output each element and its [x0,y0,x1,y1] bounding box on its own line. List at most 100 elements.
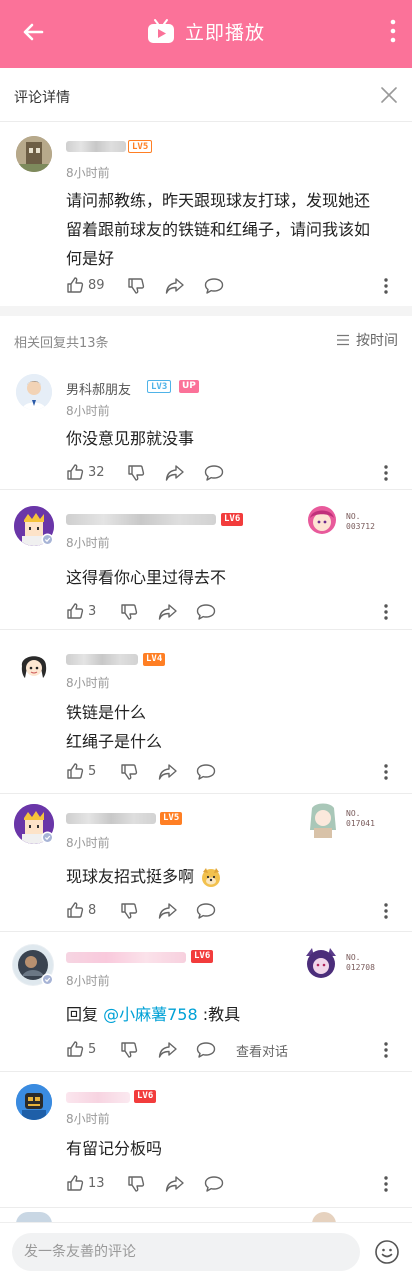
list-item: LV5 NO. 017041 8小时前 现球友招式挺多啊 8 [0,794,412,932]
reply-text: 这得看你心里过得去不 [66,563,226,592]
thumbs-up-icon [67,763,84,779]
comment-icon[interactable] [196,763,216,781]
fan-character-icon [308,506,336,534]
share-icon[interactable] [158,902,178,920]
reply-time: 8小时前 [66,974,110,988]
like-button[interactable]: 32 [66,463,105,481]
like-count: 8 [88,902,97,918]
comment-icon[interactable] [204,1175,224,1193]
view-conversation-link[interactable]: 查看对话 [236,1041,288,1060]
reply-text-line: 你没意见那就没事 [66,429,195,448]
level-badge: LV6 [221,513,244,526]
share-icon[interactable] [158,603,178,621]
verified-badge-icon [41,973,54,986]
avatar[interactable] [16,1084,52,1120]
share-icon[interactable] [158,763,178,781]
reply-time: 8小时前 [66,676,110,690]
comment-icon[interactable] [196,1041,216,1059]
dislike-icon[interactable] [120,902,138,920]
thumbs-up-icon [67,1175,84,1191]
top-bar: 立即播放 [0,0,412,68]
more-options-icon[interactable] [383,1175,389,1193]
more-options-icon[interactable] [383,763,389,781]
dislike-icon[interactable] [127,1175,145,1193]
dislike-icon[interactable] [127,464,145,482]
comment-text-line: 请问郝教练，昨天跟现球友打球，发现她还 [66,191,371,210]
fan-number: NO. 003712 [346,512,375,531]
verified-badge-icon [41,533,54,546]
thumbs-up-icon [67,603,84,619]
like-button[interactable]: 5 [66,762,96,780]
reply-text: 有留记分板吗 [66,1134,162,1163]
username-blurred [66,514,216,525]
avatar[interactable] [16,374,52,410]
reply-time: 8小时前 [66,536,110,550]
play-now-button[interactable]: 立即播放 [0,0,412,62]
play-now-label: 立即播放 [184,21,265,44]
mention-link[interactable]: @小麻薯758 [103,1005,198,1024]
up-badge: UP [179,380,199,393]
like-button[interactable]: 89 [66,276,105,294]
tv-play-icon [147,19,174,43]
like-count: 32 [88,464,105,480]
section-divider [0,306,412,316]
reply-text-line: 铁链是什么 [66,703,147,722]
more-options-icon[interactable] [383,603,389,621]
like-button[interactable]: 5 [66,1040,96,1058]
more-options-icon[interactable] [383,902,389,920]
like-button[interactable]: 13 [66,1174,105,1192]
reply-text-line: 红绳子是什么 [66,732,163,751]
reply-text-line: 有留记分板吗 [66,1139,163,1158]
comment-input[interactable]: 发一条友善的评论 [12,1233,360,1271]
reply-text: 回复 @小麻薯758 :教具 [66,1000,240,1029]
dislike-icon[interactable] [120,763,138,781]
like-button[interactable]: 8 [66,901,96,919]
list-item: LV6 8小时前 有留记分板吗 13 [0,1072,412,1208]
comment-icon[interactable] [196,902,216,920]
main-comment: LV5 8小时前 请问郝教练，昨天跟现球友打球，发现她还 留着跟前球友的铁链和红… [0,122,412,306]
dislike-icon[interactable] [127,277,145,295]
reply-time: 8小时前 [66,836,110,850]
more-options-icon[interactable] [383,1041,389,1059]
username-blurred [66,654,138,665]
comment-icon[interactable] [204,277,224,295]
reply-text-line: 现球友招式挺多啊 [66,867,195,886]
like-count: 89 [88,277,105,293]
comment-text-line: 何是好 [66,249,115,268]
username-blurred [66,813,156,824]
more-options-icon[interactable] [383,277,389,295]
like-count: 5 [88,763,97,779]
reply-text-line: 这得看你心里过得去不 [66,568,227,587]
sort-by-time-button[interactable]: 按时间 [336,330,398,350]
dislike-icon[interactable] [120,603,138,621]
comment-icon[interactable] [204,464,224,482]
more-options-icon[interactable] [388,18,398,44]
fan-character-icon [306,800,340,838]
reply-text: 铁链是什么 红绳子是什么 [66,698,162,756]
reply-count-label: 相关回复共13条 [14,336,109,351]
level-badge: LV5 [128,140,153,153]
list-item: LV4 8小时前 铁链是什么 红绳子是什么 5 [0,630,412,794]
replies-header: 相关回复共13条 按时间 [0,316,412,364]
more-options-icon[interactable] [383,464,389,482]
comment-icon[interactable] [196,603,216,621]
page-title: 评论详情 [14,90,70,106]
share-icon[interactable] [165,464,185,482]
level-badge: LV6 [134,1090,157,1103]
username[interactable]: 男科郝朋友 [66,379,131,398]
reply-time: 8小时前 [66,1112,110,1126]
thumbs-up-icon [67,464,84,480]
share-icon[interactable] [165,277,185,295]
close-icon[interactable] [380,86,398,104]
sort-lines-icon [337,334,349,346]
thumbs-up-icon [67,902,84,918]
comment-text-line: 留着跟前球友的铁链和红绳子，请问我该如 [66,220,371,239]
like-button[interactable]: 3 [66,602,96,620]
share-icon[interactable] [158,1041,178,1059]
share-icon[interactable] [165,1175,185,1193]
reply-text: 你没意见那就没事 [66,424,194,453]
emoji-icon[interactable] [374,1239,400,1265]
avatar[interactable] [16,136,52,172]
dislike-icon[interactable] [120,1041,138,1059]
avatar[interactable] [16,648,52,684]
